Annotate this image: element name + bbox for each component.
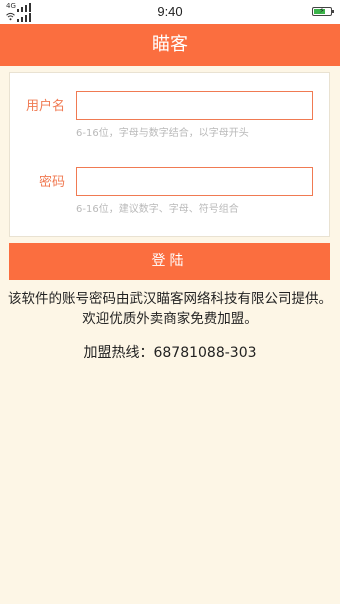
header-bar: 瞄客 [0, 24, 340, 66]
password-input[interactable] [76, 167, 313, 196]
hotline-text: 加盟热线：68781088-303 [83, 345, 257, 361]
login-button[interactable]: 登陆 [9, 243, 330, 280]
charging-bolt-icon: ⚡ [319, 6, 325, 15]
login-form-card: 用户名 6-16位，字母与数字结合，以字母开头 密码 6-16位，建议数字、字母… [9, 72, 330, 237]
username-label: 用户名 [26, 99, 66, 114]
battery-charging-icon: ⚡ [312, 6, 334, 16]
status-time: 9:40 [157, 4, 183, 19]
page-title: 瞄客 [152, 34, 188, 55]
username-hint: 6-16位，字母与数字结合，以字母开头 [76, 128, 249, 139]
status-bar: 4G 9:40 ⚡ [0, 0, 340, 24]
username-input[interactable] [76, 91, 313, 120]
company-info-text: 该软件的账号密码由武汉瞄客网络科技有限公司提供。欢迎优质外卖商家免费加盟。 [8, 291, 332, 327]
password-hint: 6-16位，建议数字、字母、符号组合 [76, 204, 239, 215]
password-label: 密码 [39, 175, 66, 190]
